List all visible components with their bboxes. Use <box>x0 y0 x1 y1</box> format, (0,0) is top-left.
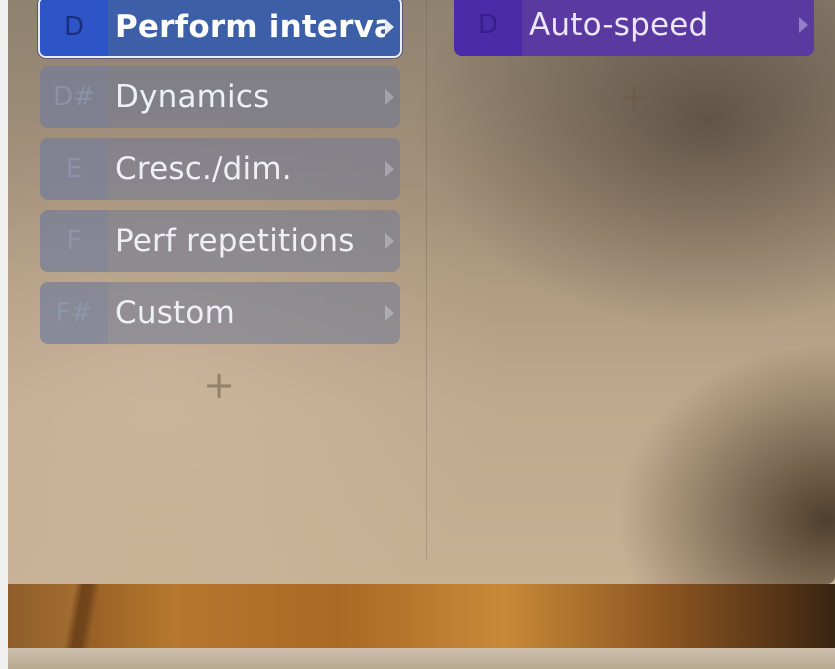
menu-item-perf-repetitions[interactable]: F Perf repetitions <box>40 210 400 272</box>
key-label: E <box>40 138 108 200</box>
key-label: F# <box>40 282 108 344</box>
key-label: D <box>40 0 108 56</box>
menu-item-dynamics[interactable]: D# Dynamics <box>40 66 400 128</box>
menu-item-label: Perf repetitions <box>115 223 355 259</box>
menu-item-label: Dynamics <box>115 79 270 115</box>
menu-item-label: Perform interval <box>115 9 385 45</box>
column-divider <box>426 0 427 560</box>
bottom-bar <box>8 648 835 669</box>
key-label: D# <box>40 66 108 128</box>
menu-item-cresc-dim[interactable]: E Cresc./dim. <box>40 138 400 200</box>
outer-margin <box>0 0 8 669</box>
menu-item-label: Cresc./dim. <box>115 151 292 187</box>
menu-item-perform-interval[interactable]: D Perform interval <box>38 0 402 58</box>
chevron-right-icon <box>385 19 394 35</box>
chevron-right-icon <box>385 161 394 177</box>
chevron-right-icon <box>799 17 808 33</box>
menu-item-auto-speed[interactable]: D Auto-speed <box>454 0 814 56</box>
background-wood-strip <box>8 584 835 648</box>
key-label: D <box>454 0 522 56</box>
screen: D Perform interval D# Dynamics E Cresc./… <box>8 0 835 669</box>
chevron-right-icon <box>385 305 394 321</box>
menu-item-label: Auto-speed <box>529 7 709 43</box>
key-label: F <box>40 210 108 272</box>
add-item-button-right[interactable]: + <box>614 77 654 117</box>
add-item-button-left[interactable]: + <box>199 365 239 405</box>
chevron-right-icon <box>385 233 394 249</box>
menu-item-custom[interactable]: F# Custom <box>40 282 400 344</box>
chevron-right-icon <box>385 89 394 105</box>
menu-panel: D Perform interval D# Dynamics E Cresc./… <box>8 0 835 584</box>
menu-item-label: Custom <box>115 295 235 331</box>
